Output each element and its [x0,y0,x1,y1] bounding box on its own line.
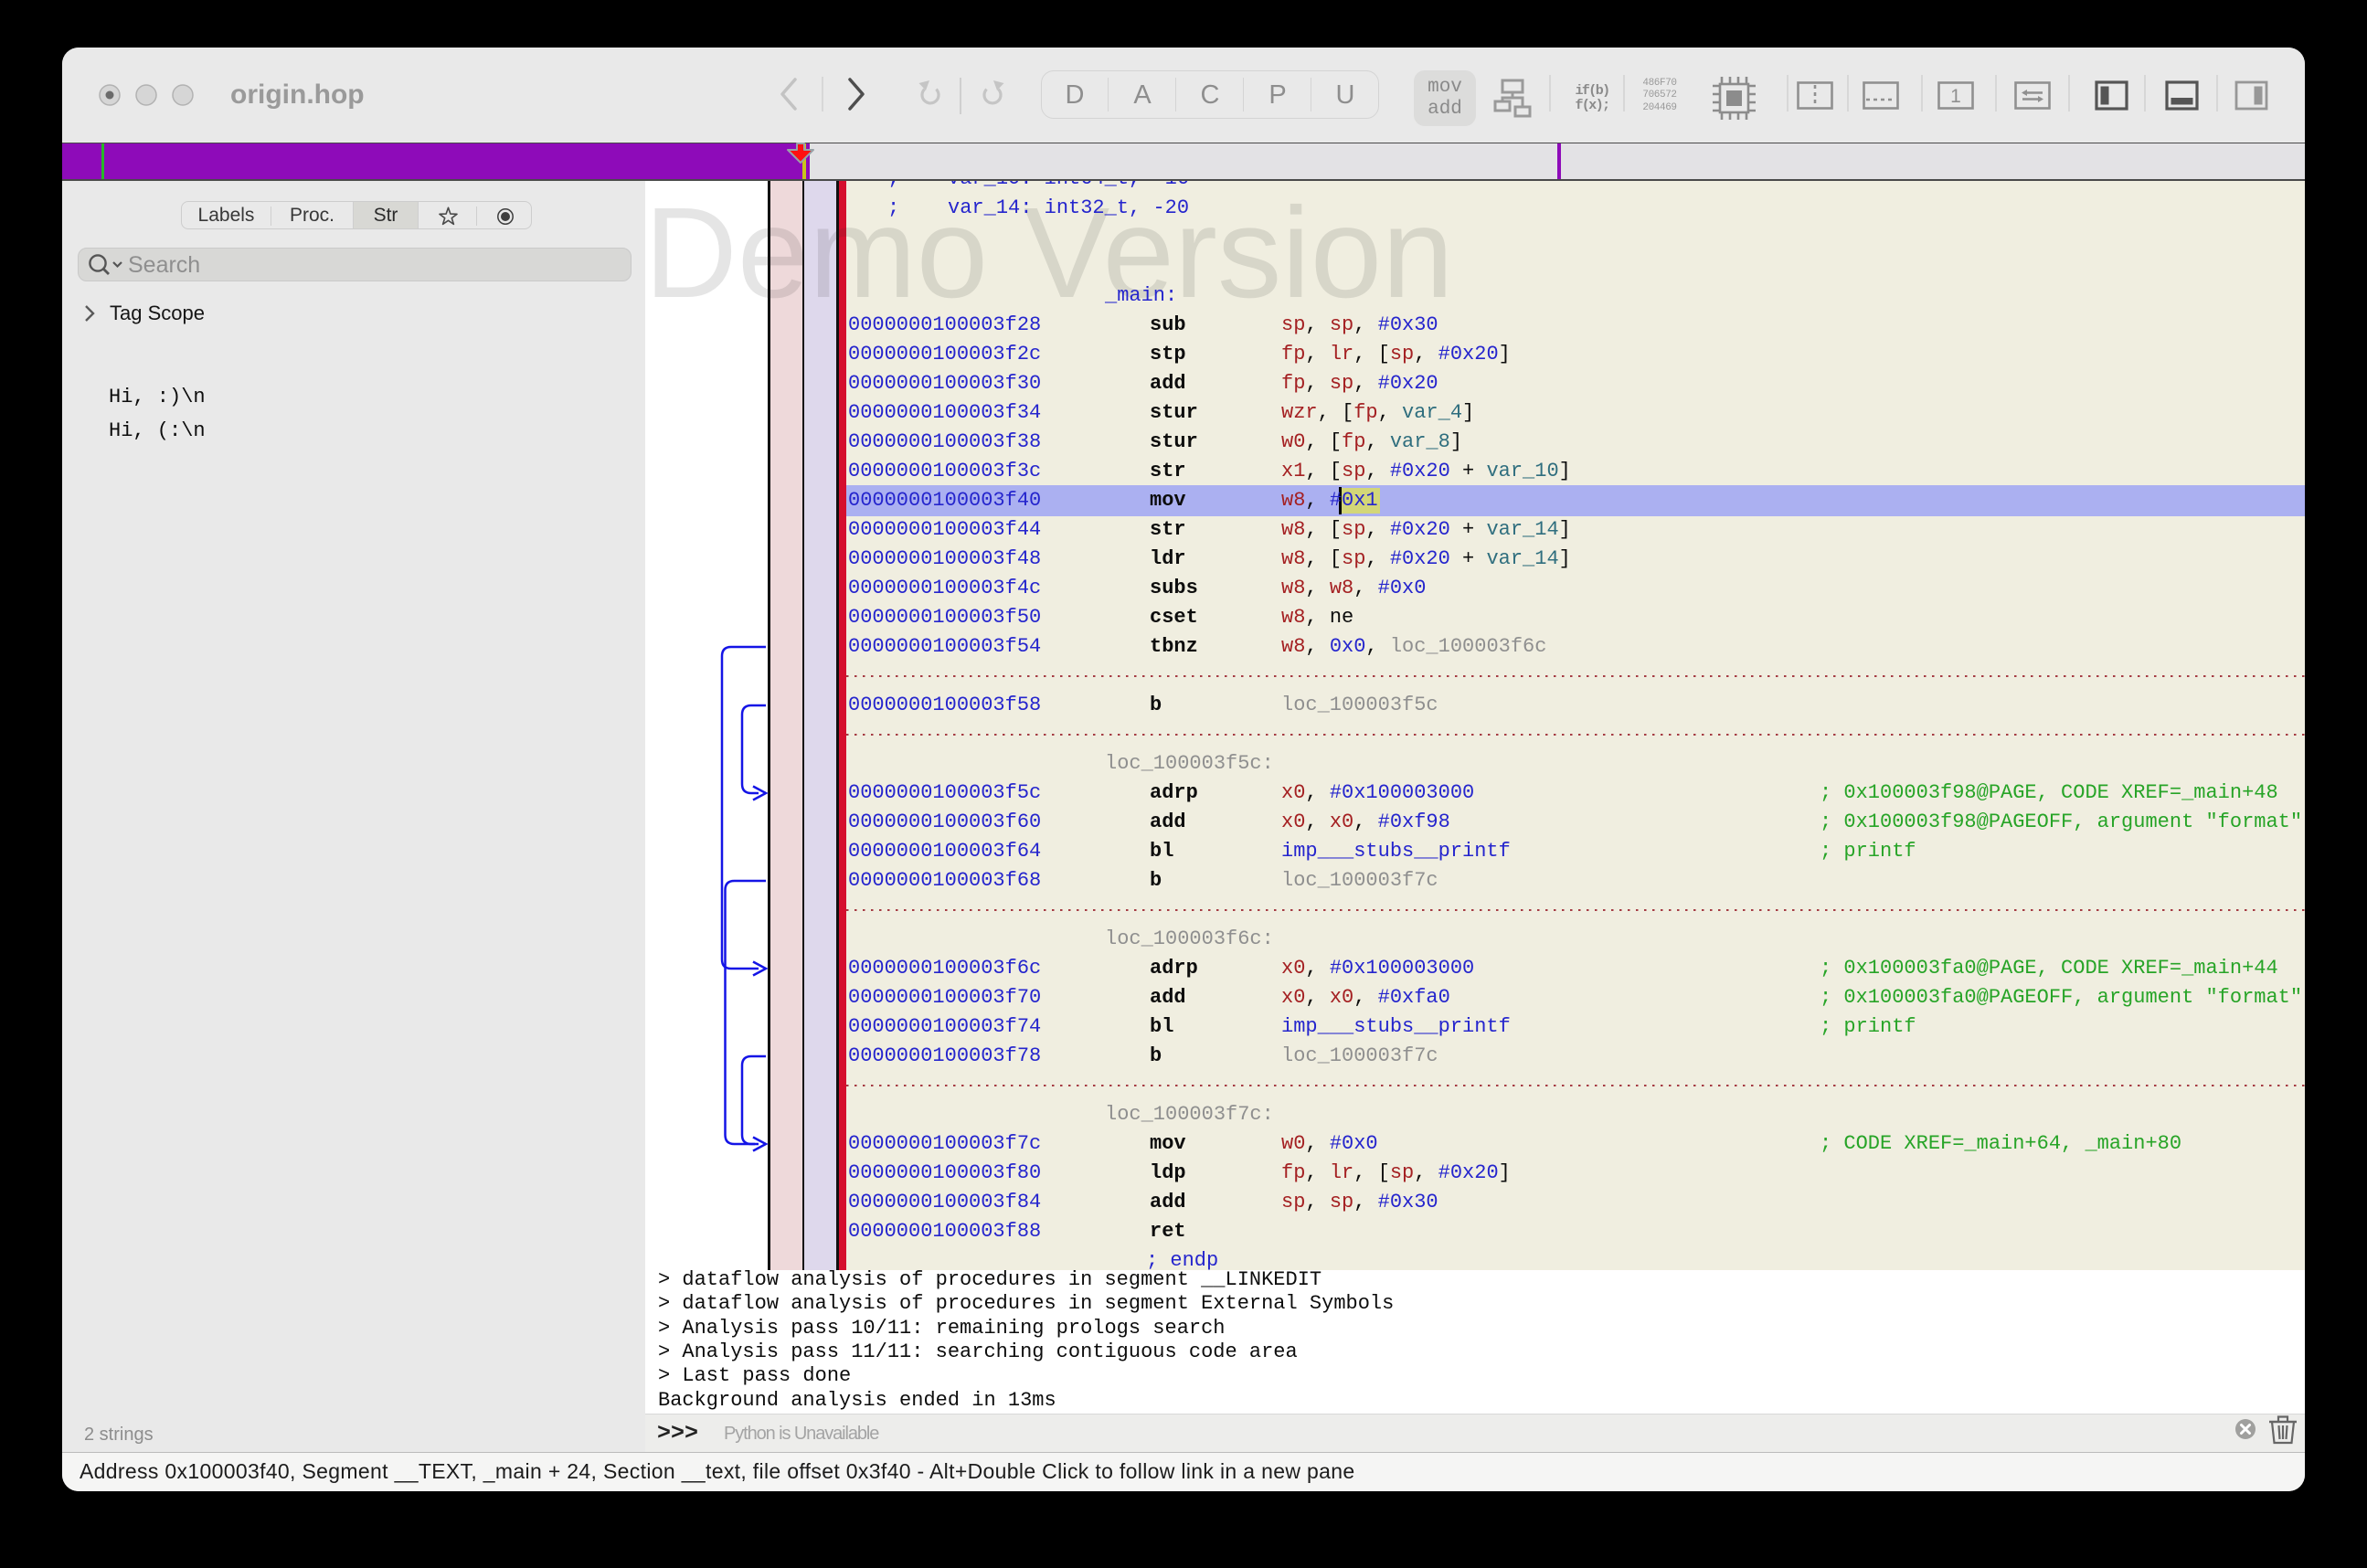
svg-text:1: 1 [1950,86,1961,107]
